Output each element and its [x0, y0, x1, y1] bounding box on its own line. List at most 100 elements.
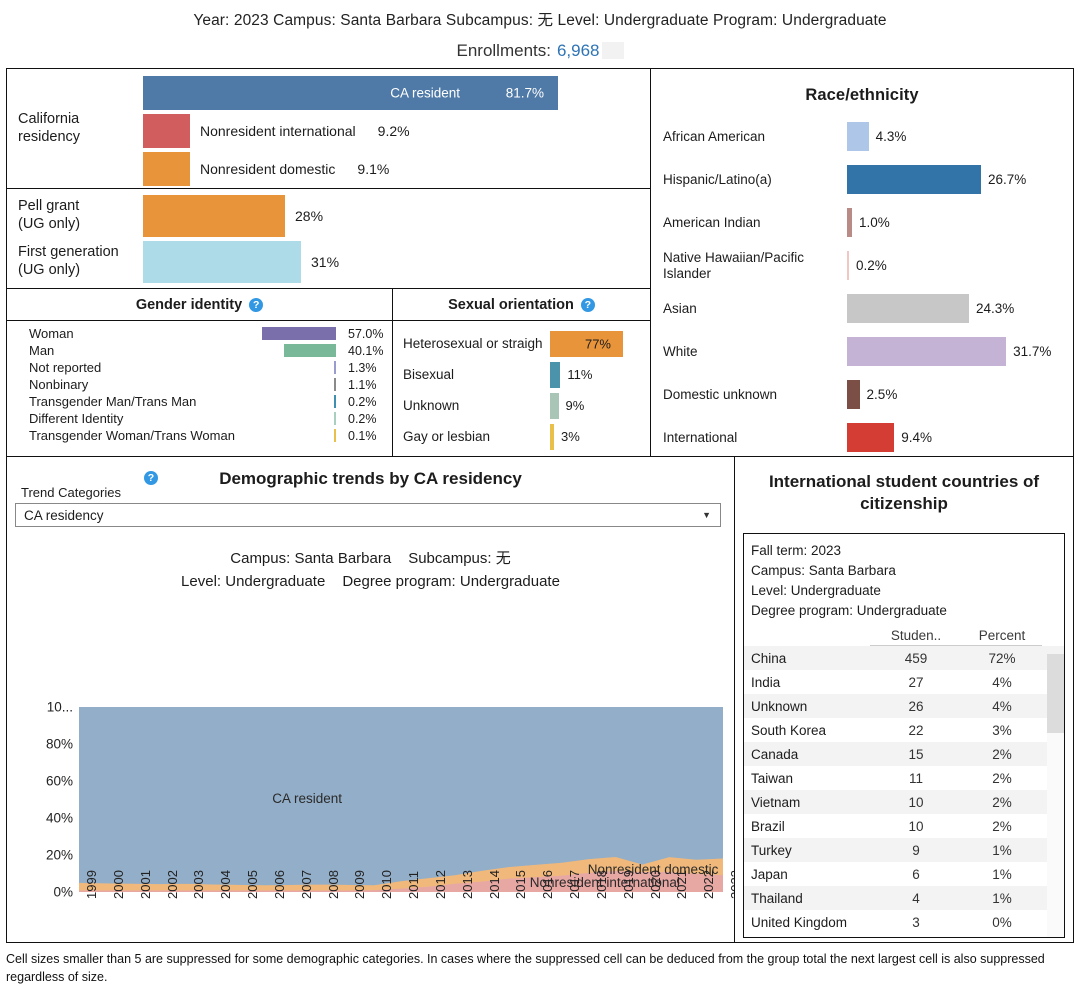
table-row[interactable]: India 27 4% — [744, 670, 1064, 694]
sexual-orientation-bar[interactable]: 77% — [550, 330, 623, 357]
help-icon[interactable]: ? — [249, 297, 264, 312]
table-cell-students: 6 — [912, 866, 920, 882]
table-row[interactable]: Canada 15 2% — [744, 742, 1064, 767]
race-ethnicity-bar[interactable] — [847, 423, 895, 452]
trends-subtitle-subcampus: Subcampus: 无 — [408, 550, 511, 567]
sexual-orientation-bar[interactable] — [550, 392, 559, 419]
residency-bar[interactable] — [143, 152, 190, 186]
race-ethnicity-row[interactable]: International 9.4% — [651, 416, 1073, 459]
table-row[interactable]: Unknown 26 4% — [744, 694, 1064, 719]
race-ethnicity-row[interactable]: African American 4.3% — [651, 115, 1073, 158]
race-ethnicity-row[interactable]: Native Hawaiian/Pacific Islander 0.2% — [651, 244, 1073, 287]
chevron-down-icon: ▼ — [702, 510, 711, 520]
table-row[interactable]: Taiwan 11 2% — [744, 766, 1064, 790]
countries-scrollbar-thumb[interactable] — [1047, 654, 1064, 733]
residency-row[interactable]: Nonresident international 9.2% — [143, 113, 650, 149]
table-cell-percent: 1% — [992, 842, 1012, 858]
enrollments-summary: Enrollments: 6,968 — [0, 41, 1080, 61]
gender-identity-bar[interactable] — [334, 361, 336, 374]
enrollments-value: 6,968 — [556, 41, 600, 60]
enrollments-label: Enrollments: — [456, 41, 551, 60]
table-cell-country: South Korea — [751, 722, 827, 738]
table-row[interactable]: Japan 6 1% — [744, 862, 1064, 886]
dashboard-header: Year: 2023 Campus: Santa Barbara Subcamp… — [0, 0, 1080, 61]
table-cell-percent: 72% — [988, 650, 1016, 666]
table-cell-percent: 2% — [992, 794, 1012, 810]
sexual-orientation-value: 77% — [584, 336, 611, 351]
race-ethnicity-bar[interactable] — [847, 337, 1007, 366]
residency-row[interactable]: Nonresident domestic 9.1% — [143, 151, 650, 187]
race-ethnicity-bar[interactable] — [847, 208, 853, 237]
gender-identity-bar[interactable] — [334, 429, 336, 442]
trends-subtitle-level: Level: Undergraduate — [181, 572, 326, 590]
table-cell-students: 27 — [908, 674, 924, 690]
gender-identity-row[interactable]: Nonbinary 1.1% — [7, 376, 392, 393]
residency-row[interactable]: CA resident 81.7% — [143, 75, 650, 111]
pell-firstgen-row[interactable]: First generation (UG only) 31% — [7, 239, 650, 285]
chart-x-tick: 2004 — [218, 870, 234, 899]
table-row[interactable]: Brazil 10 2% — [744, 814, 1064, 838]
gender-identity-row[interactable]: Different Identity 0.2% — [7, 410, 392, 427]
race-ethnicity-row[interactable]: White 31.7% — [651, 330, 1073, 373]
table-cell-country: China — [751, 650, 787, 666]
race-ethnicity-bar[interactable] — [847, 122, 869, 151]
pell-firstgen-label: First generation (UG only) — [18, 244, 119, 278]
residency-bar[interactable] — [143, 114, 190, 148]
table-row[interactable]: South Korea 22 3% — [744, 718, 1064, 742]
gender-identity-bar[interactable] — [262, 327, 336, 340]
chart-x-tick: 2005 — [245, 870, 260, 899]
race-ethnicity-row[interactable]: Asian 24.3% — [651, 287, 1073, 330]
help-icon[interactable]: ? — [580, 297, 595, 312]
race-ethnicity-row[interactable]: Hispanic/Latino(a) 26.7% — [651, 158, 1073, 201]
sexual-orientation-row[interactable]: Bisexual 11% — [393, 360, 650, 389]
table-row[interactable]: Turkey 9 1% — [744, 838, 1064, 863]
residency-bar[interactable]: CA resident 81.7% — [143, 76, 558, 110]
race-ethnicity-row[interactable]: Domestic unknown 2.5% — [651, 373, 1073, 416]
sexual-orientation-row[interactable]: Gay or lesbian 3% — [393, 422, 650, 451]
pell-firstgen-label: Pell grant (UG only) — [18, 198, 81, 232]
chart-x-tick: 2012 — [432, 870, 448, 899]
sexual-orientation-row[interactable]: Heterosexual or straigh 77% — [393, 329, 650, 358]
table-cell-students: 26 — [908, 698, 924, 714]
table-cell-percent: 2% — [992, 746, 1012, 762]
table-cell-country: India — [751, 674, 781, 690]
gender-identity-bar[interactable] — [283, 344, 336, 357]
race-ethnicity-bar[interactable] — [847, 294, 969, 323]
help-icon[interactable]: ? — [144, 471, 158, 485]
countries-table-box: Fall term: 2023 Campus: Santa Barbara Leve… — [743, 533, 1065, 938]
chart-y-tick: 60% — [45, 773, 73, 789]
sexual-orientation-bar[interactable] — [550, 423, 554, 450]
gender-identity-bar[interactable] — [334, 395, 336, 408]
table-cell-country: Thailand — [751, 890, 803, 906]
filter-summary: Year: 2023 Campus: Santa Barbara Subcamp… — [193, 12, 887, 29]
race-ethnicity-label: Asian — [663, 300, 697, 316]
gender-identity-bar[interactable] — [334, 378, 336, 391]
gender-identity-row[interactable]: Transgender Man/Trans Man 0.2% — [7, 393, 392, 410]
pell-firstgen-bar[interactable] — [143, 194, 285, 237]
gender-identity-row[interactable]: Man 40.1% — [7, 342, 392, 359]
pell-firstgen-bar[interactable] — [143, 240, 301, 283]
gender-identity-row[interactable]: Transgender Woman/Trans Woman 0.1% — [7, 427, 392, 444]
gender-identity-bar[interactable] — [334, 412, 336, 425]
pell-firstgen-row[interactable]: Pell grant (UG only) 28% — [7, 193, 650, 239]
gender-identity-label: Man — [29, 343, 55, 358]
chart-x-tick: 2017 — [567, 870, 582, 899]
table-row[interactable]: United Kingdom 3 0% — [744, 910, 1064, 934]
trend-category-select[interactable]: CA residency ▼ — [15, 503, 721, 527]
table-row[interactable]: Thailand 4 1% — [744, 886, 1064, 911]
race-ethnicity-bar[interactable] — [847, 251, 849, 280]
race-ethnicity-row[interactable]: American Indian 1.0% — [651, 201, 1073, 244]
countries-table-header: Studen.. Percent — [744, 620, 1064, 647]
race-ethnicity-bar[interactable] — [847, 165, 982, 194]
table-row[interactable]: China 459 72% — [744, 646, 1064, 671]
table-row[interactable]: Vietnam 10 2% — [744, 790, 1064, 815]
sexual-orientation-value: 9% — [565, 398, 585, 413]
table-cell-country: Vietnam — [751, 794, 801, 810]
gender-identity-row[interactable]: Woman 57.0% — [7, 325, 392, 342]
race-ethnicity-bar[interactable] — [847, 380, 860, 409]
sexual-orientation-row[interactable]: Unknown 9% — [393, 391, 650, 420]
gender-identity-bar-wrap — [262, 378, 342, 391]
sexual-orientation-bar[interactable] — [550, 361, 561, 388]
gender-identity-row[interactable]: Not reported 1.3% — [7, 359, 392, 376]
race-ethnicity-rows: African American 4.3% Hispanic/Latino(a) 26… — [651, 105, 1073, 459]
